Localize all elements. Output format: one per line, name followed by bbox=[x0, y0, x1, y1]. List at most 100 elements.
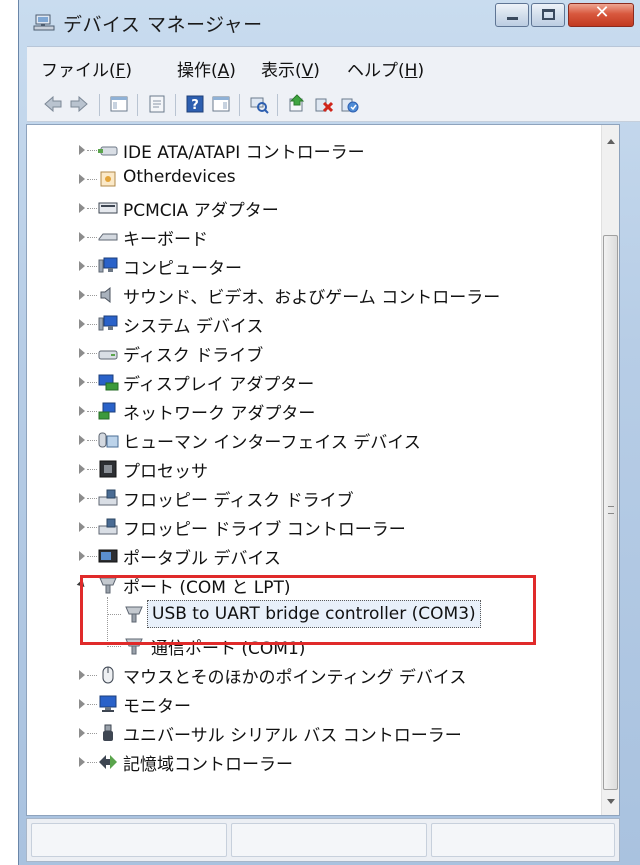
update-driver-icon[interactable] bbox=[287, 94, 307, 114]
tree-item-label: キーボード bbox=[123, 230, 208, 250]
expand-arrow-icon[interactable] bbox=[79, 145, 85, 155]
sound-icon bbox=[100, 286, 111, 304]
window-title: デバイス マネージャー bbox=[63, 14, 263, 36]
tree-item-label: フロッピー ドライブ コントローラー bbox=[123, 520, 406, 540]
expand-arrow-icon[interactable] bbox=[79, 551, 85, 561]
tree-item-label: ディスク ドライブ bbox=[123, 346, 264, 366]
back-arrow-icon[interactable] bbox=[43, 94, 63, 114]
expand-arrow-icon[interactable] bbox=[79, 699, 85, 709]
expand-arrow-icon[interactable] bbox=[79, 232, 85, 242]
enable-device-icon[interactable] bbox=[339, 94, 359, 114]
menu-view-suffix: ) bbox=[313, 61, 320, 81]
device-manager-icon bbox=[33, 14, 55, 31]
menu-view[interactable]: 表示(V) bbox=[261, 56, 320, 81]
tree-connector bbox=[87, 556, 97, 557]
tree-item[interactable]: フロッピー ディスク ドライブ bbox=[27, 483, 607, 513]
tree-item[interactable]: ポータブル デバイス bbox=[27, 541, 607, 571]
expand-arrow-icon[interactable] bbox=[79, 174, 85, 184]
close-button[interactable]: ✕ bbox=[568, 2, 634, 27]
tree-item[interactable]: ユニバーサル シリアル バス コントローラー bbox=[27, 718, 607, 748]
tree-connector bbox=[87, 324, 97, 325]
ide-controller-icon bbox=[98, 146, 118, 156]
scan-hardware-changes-icon[interactable] bbox=[249, 94, 269, 114]
status-cell bbox=[231, 823, 427, 857]
tree-connector bbox=[87, 266, 97, 267]
minimize-button[interactable] bbox=[495, 3, 529, 27]
toolbar-separator bbox=[137, 94, 138, 116]
scroll-up-icon[interactable] bbox=[607, 139, 615, 144]
tree-item[interactable]: ディスク ドライブ bbox=[27, 338, 607, 368]
tree-item[interactable]: フロッピー ドライブ コントローラー bbox=[27, 512, 607, 542]
expand-arrow-icon[interactable] bbox=[79, 261, 85, 271]
expand-arrow-icon[interactable] bbox=[79, 522, 85, 532]
tree-item[interactable]: IDE ATA/ATAPI コントローラー bbox=[27, 135, 607, 165]
tree-item[interactable]: 記憶域コントローラー bbox=[27, 747, 607, 777]
tree-connector bbox=[87, 295, 97, 296]
tree-item[interactable]: ネットワーク アダプター bbox=[27, 396, 607, 426]
status-cell bbox=[431, 823, 615, 857]
expand-arrow-icon[interactable] bbox=[79, 377, 85, 387]
show-hide-action-pane-icon[interactable] bbox=[211, 94, 231, 114]
svg-text:?: ? bbox=[191, 98, 199, 113]
tree-item[interactable]: システム デバイス bbox=[27, 309, 607, 339]
menu-help[interactable]: ヘルプ(H) bbox=[347, 56, 424, 81]
uninstall-icon[interactable] bbox=[313, 94, 333, 114]
tree-item-label: Otherdevices bbox=[123, 167, 236, 187]
scrollbar-thumb[interactable] bbox=[603, 235, 618, 790]
tree-item-label: サウンド、ビデオ、およびゲーム コントローラー bbox=[123, 288, 501, 308]
expand-arrow-icon[interactable] bbox=[79, 728, 85, 738]
tree-connector bbox=[87, 353, 97, 354]
tree-item[interactable]: ディスプレイ アダプター bbox=[27, 367, 607, 397]
keyboard-icon bbox=[98, 233, 118, 241]
tree-item-label: マウスとそのほかのポインティング デバイス bbox=[123, 668, 467, 688]
maximize-button[interactable] bbox=[531, 3, 565, 27]
menu-file-suffix: ) bbox=[125, 61, 133, 81]
tree-item[interactable]: キーボード bbox=[27, 222, 607, 252]
tree-connector bbox=[87, 733, 97, 734]
menu-file[interactable]: ファイル(F) bbox=[41, 56, 132, 81]
status-bar bbox=[26, 818, 620, 862]
scroll-down-icon[interactable] bbox=[607, 799, 615, 804]
tree-connector bbox=[87, 382, 97, 383]
expand-arrow-icon[interactable] bbox=[79, 290, 85, 300]
title-bar[interactable]: デバイス マネージャー ✕ bbox=[19, 0, 640, 44]
computer-icon bbox=[98, 257, 118, 273]
expand-arrow-icon[interactable] bbox=[79, 348, 85, 358]
forward-arrow-icon[interactable] bbox=[69, 94, 89, 114]
menu-action[interactable]: 操作(A) bbox=[177, 56, 236, 81]
expand-arrow-icon[interactable] bbox=[79, 319, 85, 329]
expand-arrow-icon[interactable] bbox=[79, 493, 85, 503]
tree-connector bbox=[87, 237, 97, 238]
device-tree[interactable]: IDE ATA/ATAPI コントローラー Otherdevices PCMCI… bbox=[26, 124, 620, 816]
tree-item-label: ポータブル デバイス bbox=[123, 549, 281, 569]
tree-item[interactable]: PCMCIA アダプター bbox=[27, 193, 607, 223]
tree-item-label: ヒューマン インターフェイス デバイス bbox=[123, 433, 421, 453]
tree-connector bbox=[87, 179, 97, 180]
tree-item[interactable]: コンピューター bbox=[27, 251, 607, 281]
expand-arrow-icon[interactable] bbox=[79, 406, 85, 416]
vertical-scrollbar[interactable] bbox=[601, 125, 619, 815]
show-hide-console-tree-icon[interactable] bbox=[109, 94, 129, 114]
expand-arrow-icon[interactable] bbox=[79, 757, 85, 767]
tree-item-label: モニター bbox=[123, 697, 191, 717]
tree-item-label: プロセッサ bbox=[123, 462, 208, 482]
toolbar-separator bbox=[175, 94, 176, 116]
tree-connector bbox=[87, 675, 97, 676]
tree-item[interactable]: マウスとそのほかのポインティング デバイス bbox=[27, 660, 607, 690]
tree-item[interactable]: Otherdevices bbox=[27, 164, 607, 194]
expand-arrow-icon[interactable] bbox=[79, 464, 85, 474]
menu-help-accesskey: H bbox=[404, 61, 418, 81]
tree-item[interactable]: モニター bbox=[27, 689, 607, 719]
menu-action-label: 操作( bbox=[177, 61, 218, 81]
grip-icon bbox=[608, 506, 614, 514]
help-icon[interactable]: ? bbox=[185, 94, 205, 114]
expand-arrow-icon[interactable] bbox=[79, 670, 85, 680]
expand-arrow-icon[interactable] bbox=[79, 203, 85, 213]
expand-arrow-icon[interactable] bbox=[79, 435, 85, 445]
properties-icon[interactable] bbox=[147, 94, 167, 114]
tree-item[interactable]: プロセッサ bbox=[27, 454, 607, 484]
menu-file-accesskey: F bbox=[115, 61, 126, 81]
tree-item[interactable]: ヒューマン インターフェイス デバイス bbox=[27, 425, 607, 455]
tree-connector bbox=[107, 646, 121, 647]
tree-item[interactable]: サウンド、ビデオ、およびゲーム コントローラー bbox=[27, 280, 607, 310]
